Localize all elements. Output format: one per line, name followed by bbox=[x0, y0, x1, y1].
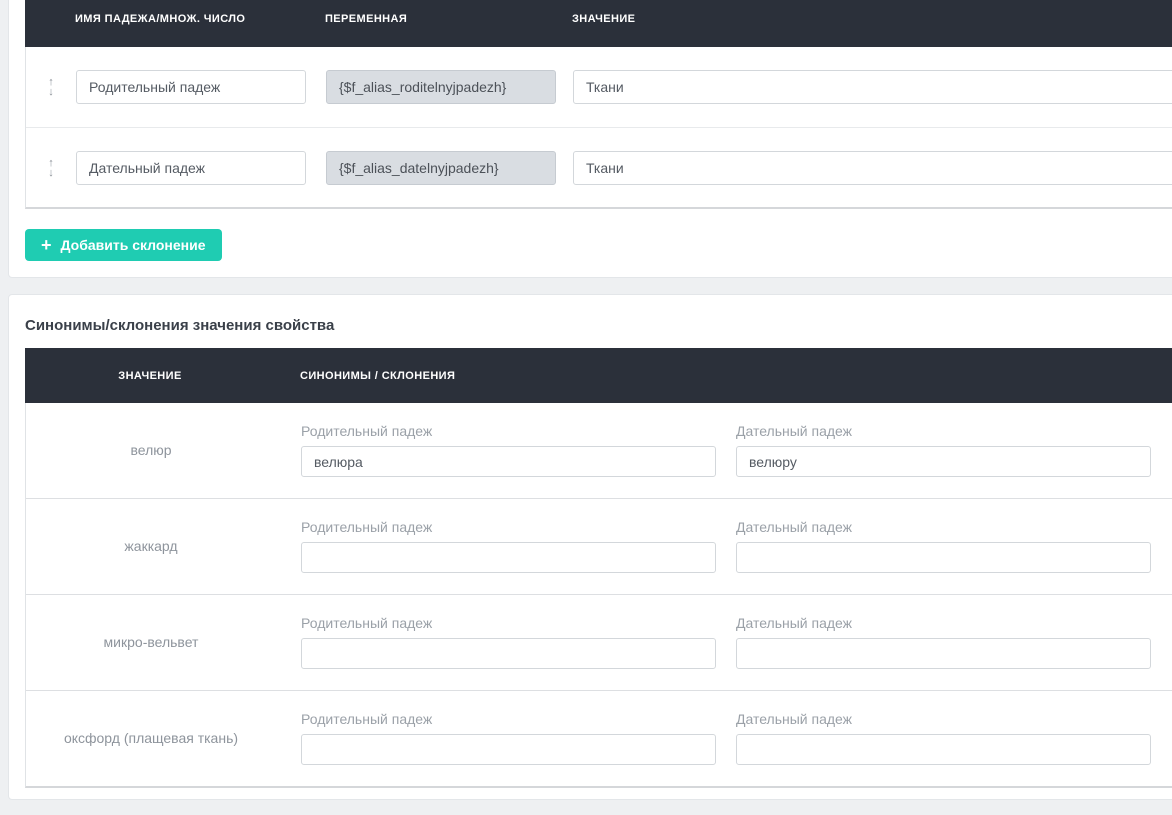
column-header-value: ЗНАЧЕНИЕ bbox=[25, 370, 275, 382]
table-row: ↑↓ bbox=[26, 47, 1172, 127]
dative-case-input[interactable] bbox=[736, 446, 1151, 477]
case-field-label: Родительный падеж bbox=[301, 711, 716, 727]
table-row: жаккард Родительный падеж Дательный паде… bbox=[26, 498, 1172, 594]
declensions-table: ИМЯ ПАДЕЖА/МНОЖ. ЧИСЛО ПЕРЕМЕННАЯ ЗНАЧЕН… bbox=[25, 0, 1172, 209]
column-header-value: ЗНАЧЕНИЕ bbox=[572, 13, 635, 25]
property-value-label: оксфорд (плащевая ткань) bbox=[26, 730, 276, 746]
declensions-table-header: ИМЯ ПАДЕЖА/МНОЖ. ЧИСЛО ПЕРЕМЕННАЯ ЗНАЧЕН… bbox=[25, 0, 1172, 47]
property-value-label: жаккард bbox=[26, 538, 276, 554]
table-row: оксфорд (плащевая ткань) Родительный пад… bbox=[26, 690, 1172, 786]
case-field-label: Родительный падеж bbox=[301, 423, 716, 439]
variable-readonly-input bbox=[326, 151, 556, 185]
case-field-label: Дательный падеж bbox=[736, 615, 1151, 631]
arrow-down-icon: ↓ bbox=[48, 87, 54, 97]
property-value-label: микро-вельвет bbox=[26, 634, 276, 650]
value-input[interactable] bbox=[573, 151, 1172, 185]
section-title: Синонимы/склонения значения свойства bbox=[25, 309, 1172, 348]
table-row: ↑↓ bbox=[26, 127, 1172, 207]
case-field-label: Родительный падеж bbox=[301, 519, 716, 535]
case-name-input[interactable] bbox=[76, 151, 306, 185]
arrow-up-icon: ↑ bbox=[48, 158, 54, 168]
declensions-table-body: ↑↓ ↑↓ bbox=[25, 47, 1172, 209]
column-header-synonyms: СИНОНИМЫ / СКЛОНЕНИЯ bbox=[275, 370, 455, 382]
add-declension-button-label: Добавить склонение bbox=[61, 237, 206, 253]
synonyms-table-header: ЗНАЧЕНИЕ СИНОНИМЫ / СКЛОНЕНИЯ bbox=[25, 348, 1172, 403]
plus-icon: + bbox=[41, 236, 52, 254]
table-row: микро-вельвет Родительный падеж Дательны… bbox=[26, 594, 1172, 690]
case-field-label: Дательный падеж bbox=[736, 519, 1151, 535]
value-input[interactable] bbox=[573, 70, 1172, 104]
declensions-panel: ИМЯ ПАДЕЖА/МНОЖ. ЧИСЛО ПЕРЕМЕННАЯ ЗНАЧЕН… bbox=[8, 0, 1172, 278]
arrow-down-icon: ↓ bbox=[48, 168, 54, 178]
synonyms-panel: Синонимы/склонения значения свойства ЗНА… bbox=[8, 294, 1172, 800]
genitive-case-input[interactable] bbox=[301, 446, 716, 477]
drag-handle-icon[interactable]: ↑↓ bbox=[48, 158, 54, 178]
synonyms-table: ЗНАЧЕНИЕ СИНОНИМЫ / СКЛОНЕНИЯ велюр Роди… bbox=[25, 348, 1172, 788]
case-field-label: Родительный падеж bbox=[301, 615, 716, 631]
genitive-case-input[interactable] bbox=[301, 734, 716, 765]
column-header-variable: ПЕРЕМЕННАЯ bbox=[325, 13, 555, 25]
page: ИМЯ ПАДЕЖА/МНОЖ. ЧИСЛО ПЕРЕМЕННАЯ ЗНАЧЕН… bbox=[0, 0, 1172, 815]
genitive-case-input[interactable] bbox=[301, 542, 716, 573]
dative-case-input[interactable] bbox=[736, 542, 1151, 573]
add-declension-button[interactable]: + Добавить склонение bbox=[25, 229, 222, 261]
table-row: велюр Родительный падеж Дательный падеж bbox=[26, 403, 1172, 498]
dative-case-input[interactable] bbox=[736, 734, 1151, 765]
case-field-label: Дательный падеж bbox=[736, 711, 1151, 727]
property-value-label: велюр bbox=[26, 442, 276, 458]
synonyms-table-body: велюр Родительный падеж Дательный падеж bbox=[25, 403, 1172, 788]
variable-readonly-input bbox=[326, 70, 556, 104]
dative-case-input[interactable] bbox=[736, 638, 1151, 669]
case-field-label: Дательный падеж bbox=[736, 423, 1151, 439]
column-header-case-name: ИМЯ ПАДЕЖА/МНОЖ. ЧИСЛО bbox=[75, 13, 305, 25]
case-name-input[interactable] bbox=[76, 70, 306, 104]
genitive-case-input[interactable] bbox=[301, 638, 716, 669]
drag-handle-icon[interactable]: ↑↓ bbox=[48, 77, 54, 97]
